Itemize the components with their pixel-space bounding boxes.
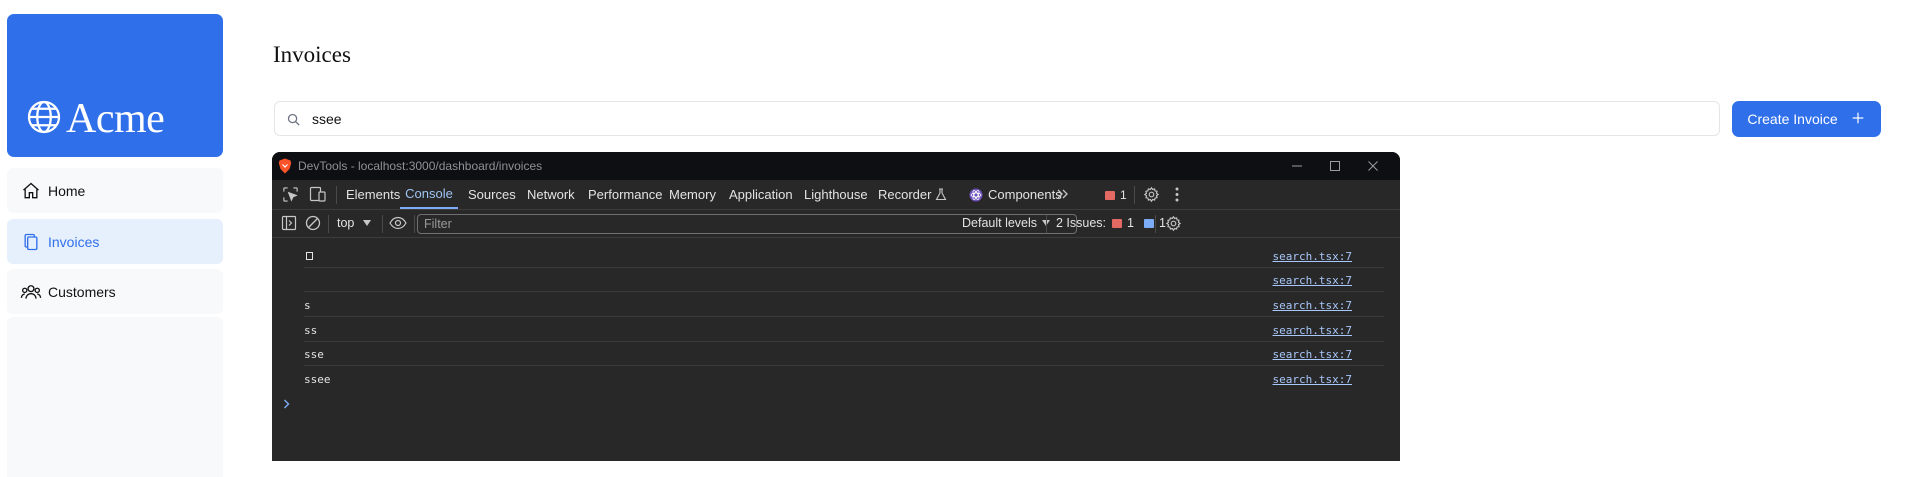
- nav-customers[interactable]: Customers: [7, 269, 223, 314]
- minimize-icon[interactable]: [1289, 158, 1305, 174]
- sidebar-filler: [7, 317, 223, 477]
- issues-label: 2 Issues:: [1056, 216, 1107, 230]
- tab-recorder[interactable]: Recorder: [878, 180, 947, 209]
- log-source-link[interactable]: search.tsx:7: [1273, 373, 1352, 386]
- context-label: top: [337, 216, 355, 230]
- console-toolbar: top Default levels 2 Issues: 1 1: [272, 210, 1400, 238]
- more-tabs-icon[interactable]: [1056, 187, 1070, 201]
- create-invoice-label: Create Invoice: [1747, 111, 1838, 127]
- error-counter[interactable]: 1: [1105, 188, 1127, 202]
- console-log-row: ss search.tsx:7: [304, 318, 1384, 342]
- tab-network[interactable]: Network: [527, 180, 575, 209]
- maximize-icon[interactable]: [1327, 158, 1343, 174]
- console-log-row: s search.tsx:7: [304, 293, 1384, 317]
- log-source-link[interactable]: search.tsx:7: [1273, 324, 1352, 337]
- brave-logo-icon: [278, 158, 292, 174]
- tab-performance[interactable]: Performance: [588, 180, 662, 209]
- nav-home[interactable]: Home: [7, 168, 223, 213]
- issues-counter[interactable]: 2 Issues: 1 1: [1056, 216, 1166, 230]
- document-duplicate-icon: [20, 231, 42, 253]
- issue-error-icon: [1112, 218, 1123, 228]
- log-message: [304, 250, 313, 263]
- plus-icon: [1850, 110, 1866, 129]
- sidebar-toggle-icon[interactable]: [281, 215, 297, 231]
- tab-recorder-label: Recorder: [878, 187, 932, 202]
- console-prompt-chevron-icon[interactable]: [283, 399, 291, 409]
- globe-icon: [26, 99, 62, 140]
- logo-banner[interactable]: Acme: [7, 14, 223, 157]
- error-count: 1: [1120, 188, 1127, 202]
- sidebar: Acme Home Invoices Customers: [7, 14, 223, 477]
- clear-console-icon[interactable]: [305, 215, 321, 231]
- log-source-link[interactable]: search.tsx:7: [1273, 274, 1352, 287]
- empty-char-glyph: [306, 252, 313, 260]
- search-input[interactable]: [312, 108, 1692, 130]
- tab-memory[interactable]: Memory: [669, 180, 716, 209]
- inspect-element-icon[interactable]: [282, 186, 299, 203]
- console-log-row: search.tsx:7: [304, 244, 1384, 268]
- log-source-link[interactable]: search.tsx:7: [1273, 299, 1352, 312]
- devtools-tab-bar: Elements Console Sources Network Perform…: [272, 180, 1400, 210]
- user-group-icon: [20, 281, 42, 303]
- create-invoice-button[interactable]: Create Invoice: [1732, 101, 1881, 137]
- context-selector[interactable]: top: [337, 216, 372, 230]
- nav-home-label: Home: [48, 182, 86, 199]
- search-icon: [286, 112, 301, 132]
- search-bar[interactable]: [274, 101, 1720, 136]
- settings-gear-icon[interactable]: [1143, 186, 1160, 203]
- acme-logo: Acme: [26, 95, 165, 143]
- tab-console[interactable]: Console: [400, 180, 458, 209]
- tab-components[interactable]: Components: [969, 180, 1062, 209]
- close-icon[interactable]: [1365, 158, 1381, 174]
- flask-icon: [935, 188, 947, 201]
- logo-text: Acme: [66, 96, 165, 142]
- kebab-menu-icon[interactable]: [1174, 186, 1180, 203]
- devtools-window: DevTools - localhost:3000/dashboard/invo…: [272, 152, 1400, 461]
- console-log-row: ssee search.tsx:7: [304, 367, 1384, 391]
- tab-sources[interactable]: Sources: [468, 180, 516, 209]
- page-title: Invoices: [273, 42, 351, 67]
- tab-components-label: Components: [988, 187, 1062, 202]
- tab-elements[interactable]: Elements: [346, 180, 400, 209]
- nav-invoices-label: Invoices: [48, 233, 100, 250]
- log-message: ss: [304, 324, 318, 337]
- log-message: ssee: [304, 373, 331, 386]
- issues-error-count: 1: [1127, 216, 1134, 230]
- devtools-titlebar[interactable]: DevTools - localhost:3000/dashboard/invo…: [272, 152, 1400, 180]
- issue-info-icon: [1143, 218, 1154, 228]
- log-source-link[interactable]: search.tsx:7: [1273, 348, 1352, 361]
- react-icon: [969, 188, 983, 202]
- console-log-row: search.tsx:7: [304, 268, 1384, 292]
- log-levels-dropdown[interactable]: Default levels: [962, 216, 1051, 230]
- log-levels-label: Default levels: [962, 216, 1038, 230]
- live-expression-eye-icon[interactable]: [389, 216, 407, 230]
- nav-customers-label: Customers: [48, 283, 116, 300]
- log-message: s: [304, 299, 311, 312]
- log-message: sse: [304, 348, 324, 361]
- device-toolbar-icon[interactable]: [309, 186, 327, 203]
- home-icon: [20, 180, 42, 202]
- nav-invoices[interactable]: Invoices: [7, 219, 223, 264]
- console-settings-gear-icon[interactable]: [1165, 215, 1182, 232]
- log-source-link[interactable]: search.tsx:7: [1273, 250, 1352, 263]
- console-log-row: sse search.tsx:7: [304, 342, 1384, 366]
- tab-application[interactable]: Application: [729, 180, 793, 209]
- dropdown-caret-icon: [363, 220, 372, 226]
- tab-lighthouse[interactable]: Lighthouse: [804, 180, 868, 209]
- devtools-window-title: DevTools - localhost:3000/dashboard/invo…: [298, 159, 543, 173]
- error-flag-icon: [1105, 190, 1115, 200]
